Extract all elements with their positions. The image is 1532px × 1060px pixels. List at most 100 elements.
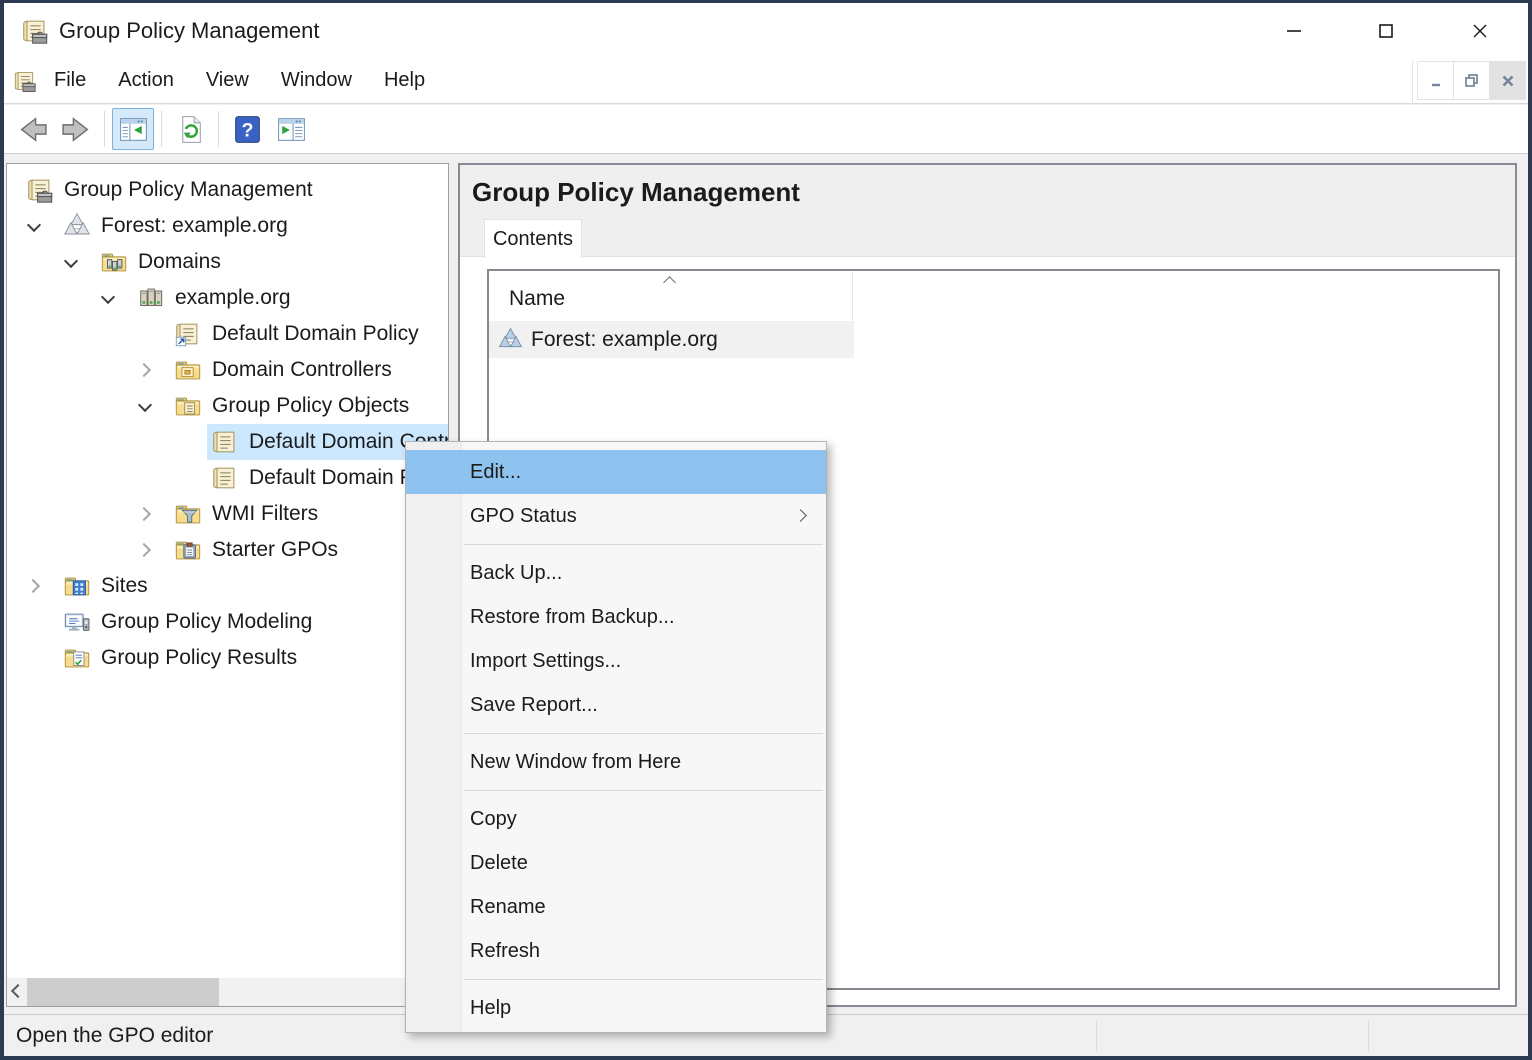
menu-action[interactable]: Action: [102, 58, 190, 103]
submenu-arrow-icon: [794, 509, 807, 522]
scrollbar-thumb[interactable]: [27, 978, 219, 1006]
menu-bar: FileActionViewWindowHelp: [4, 58, 1528, 104]
gpo-scroll-icon: [210, 427, 240, 457]
tree-item-default-domain-policy[interactable]: Default Domain Policy: [7, 316, 448, 352]
chevron-down-icon[interactable]: [27, 219, 41, 233]
menu-help[interactable]: Help: [368, 58, 441, 103]
sort-ascending-icon: [663, 276, 676, 289]
gpo-folder-icon: [173, 391, 203, 421]
context-menu-item-delete[interactable]: Delete: [406, 841, 826, 885]
context-menu-item-rename[interactable]: Rename: [406, 885, 826, 929]
context-menu-separator: [464, 979, 823, 980]
toolbar-new-window-button[interactable]: [270, 108, 312, 150]
toolbar-forward-button[interactable]: [55, 108, 97, 150]
gp-results-icon: [62, 643, 92, 673]
chevron-down-icon[interactable]: [64, 255, 78, 269]
refresh-icon: [174, 113, 207, 146]
tree-item-label: Group Policy Results: [101, 646, 297, 670]
tree-item-label: Default Domain Policy: [212, 322, 419, 346]
chevron-right-icon[interactable]: [138, 363, 152, 377]
chevron-right-icon[interactable]: [27, 579, 41, 593]
minimize-icon: [1284, 21, 1304, 41]
mdi-minimize-button[interactable]: [1417, 61, 1454, 100]
context-menu-item-help[interactable]: Help: [406, 986, 826, 1030]
tab-contents[interactable]: Contents: [484, 219, 582, 258]
context-menu-item-copy[interactable]: Copy: [406, 797, 826, 841]
console-tree-pane: Group Policy ManagementForest: example.o…: [6, 163, 449, 1007]
tree-item-default-domain-controllers-policy[interactable]: Default Domain Controllers Policy: [7, 424, 448, 460]
toolbar-back-button[interactable]: [11, 108, 53, 150]
sites-folder-icon: [62, 571, 92, 601]
context-menu-item-label: Refresh: [470, 940, 540, 963]
chevron-down-icon[interactable]: [138, 399, 152, 413]
menu-view[interactable]: View: [190, 58, 265, 103]
chevron-right-icon[interactable]: [138, 507, 152, 521]
gpm-console-icon: [12, 68, 38, 94]
tree-item-group-policy-results[interactable]: Group Policy Results: [7, 640, 448, 676]
gpmc-window: Group Policy Management FileActionViewWi…: [0, 0, 1532, 1060]
tree-item-group-policy-modeling[interactable]: Group Policy Modeling: [7, 604, 448, 640]
tree-item-sites[interactable]: Sites: [7, 568, 448, 604]
context-menu-item-label: Import Settings...: [470, 650, 621, 673]
toolbar-help-button[interactable]: ?: [226, 108, 268, 150]
context-menu-item-label: GPO Status: [470, 505, 577, 528]
starter-gpo-folder-icon: [173, 535, 203, 565]
toolbar-show-hide-console-tree-button[interactable]: [112, 108, 154, 150]
gpo-link-icon: [173, 319, 203, 349]
column-divider[interactable]: [852, 273, 853, 319]
status-text: Open the GPO editor: [16, 1015, 213, 1056]
app-icon: [20, 16, 50, 46]
menu-file[interactable]: File: [38, 58, 102, 103]
console-tree-icon: [117, 113, 150, 146]
tree-item-group-policy-objects[interactable]: Group Policy Objects: [7, 388, 448, 424]
tree-item-forest-example-org[interactable]: Forest: example.org: [7, 208, 448, 244]
tree-item-label: Sites: [101, 574, 148, 598]
close-button[interactable]: [1452, 3, 1508, 58]
mdi-close-button[interactable]: [1489, 61, 1526, 100]
mdi-restore-button[interactable]: [1453, 61, 1490, 100]
tree-item-starter-gpos[interactable]: Starter GPOs: [7, 532, 448, 568]
list-column-header[interactable]: Name: [489, 271, 1498, 321]
help-icon: ?: [231, 113, 264, 146]
context-menu-item-new-window-from-here[interactable]: New Window from Here: [406, 740, 826, 784]
list-item-forest[interactable]: Forest: example.org: [489, 321, 854, 358]
maximize-button[interactable]: [1358, 3, 1414, 58]
page-title: Group Policy Management: [472, 177, 800, 208]
toolbar-refresh-button[interactable]: [169, 108, 211, 150]
chevron-down-icon[interactable]: [101, 291, 115, 305]
gpm-console-icon: [25, 175, 55, 205]
tree-item-label: Domains: [138, 250, 221, 274]
context-menu-item-back-up[interactable]: Back Up...: [406, 551, 826, 595]
tree-horizontal-scrollbar[interactable]: [7, 978, 448, 1006]
console-scroll-icon: [12, 68, 38, 94]
menu-window[interactable]: Window: [265, 58, 368, 103]
tree-item-wmi-filters[interactable]: WMI Filters: [7, 496, 448, 532]
minimize-button[interactable]: [1266, 3, 1322, 58]
ou-folder-icon: [173, 355, 203, 385]
tree-item-default-domain-policy[interactable]: Default Domain Policy: [7, 460, 448, 496]
tree-item-group-policy-management[interactable]: Group Policy Management: [7, 172, 448, 208]
list-item-label: Forest: example.org: [531, 328, 718, 352]
tree-item-label: Group Policy Modeling: [101, 610, 312, 634]
context-menu-separator: [464, 790, 823, 791]
context-menu-item-save-report[interactable]: Save Report...: [406, 683, 826, 727]
toolbar-separator: [161, 111, 162, 147]
new-window-icon: [275, 113, 308, 146]
scroll-left-icon[interactable]: [11, 984, 25, 998]
forest-blue-icon: [497, 326, 524, 353]
context-menu-item-import-settings[interactable]: Import Settings...: [406, 639, 826, 683]
context-menu-item-refresh[interactable]: Refresh: [406, 929, 826, 973]
context-menu-item-gpo-status[interactable]: GPO Status: [406, 494, 826, 538]
chevron-right-icon[interactable]: [138, 543, 152, 557]
starter-gpo-folder-icon: [173, 535, 203, 565]
tree-item-example-org[interactable]: example.org: [7, 280, 448, 316]
sites-folder-icon: [62, 571, 92, 601]
context-menu-item-edit[interactable]: Edit...: [406, 450, 826, 494]
tree-item-domains[interactable]: Domains: [7, 244, 448, 280]
mdi-window-controls: [1412, 61, 1526, 102]
forest-icon: [62, 211, 92, 241]
tree-item-domain-controllers[interactable]: Domain Controllers: [7, 352, 448, 388]
context-menu-item-restore-from-backup[interactable]: Restore from Backup...: [406, 595, 826, 639]
ou-folder-icon: [173, 355, 203, 385]
forest-icon: [497, 326, 524, 353]
